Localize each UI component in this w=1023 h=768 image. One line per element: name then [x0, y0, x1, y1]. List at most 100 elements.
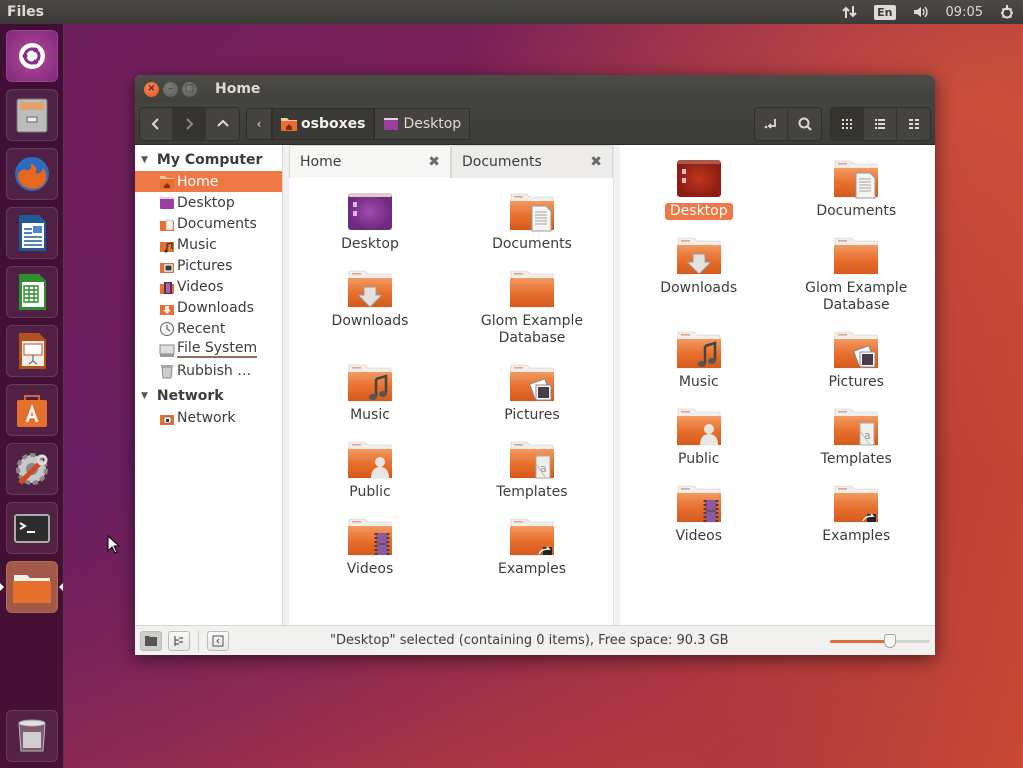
file-item-pictures[interactable]: Pictures: [778, 328, 936, 405]
file-item-desktop[interactable]: Desktop: [620, 157, 778, 234]
file-item-examples[interactable]: Examples: [451, 515, 613, 592]
file-item-videos[interactable]: Videos: [620, 482, 778, 559]
sidebar-item-documents[interactable]: Documents: [135, 213, 282, 234]
sidebar-item-recent[interactable]: Recent: [135, 318, 282, 339]
session-gear-icon[interactable]: [991, 0, 1023, 24]
tab-home[interactable]: Home ✖: [289, 145, 451, 178]
window-body: ▼ My Computer Home Desktop Documents Music Pic…: [135, 145, 935, 625]
file-item-music[interactable]: Music: [289, 361, 451, 438]
file-item-videos[interactable]: Videos: [289, 515, 451, 592]
firefox-icon: [15, 157, 49, 191]
navigation-buttons: [139, 106, 240, 141]
window-close-button[interactable]: ×: [144, 81, 159, 97]
file-item-templates[interactable]: a Templates: [451, 438, 613, 515]
launcher-system-settings[interactable]: [6, 443, 58, 495]
file-item-pictures[interactable]: Pictures: [451, 361, 613, 438]
file-item-music[interactable]: Music: [620, 328, 778, 405]
top-panel: Files En 09:05: [0, 0, 1023, 24]
sidebar-section-header[interactable]: ▼ My Computer: [135, 149, 282, 171]
sidebar-item-pictures[interactable]: Pictures: [135, 255, 282, 276]
sidebar-item-music[interactable]: Music: [135, 234, 282, 255]
window-maximize-button[interactable]: □: [182, 81, 197, 97]
downloads-folder-icon: [160, 304, 174, 315]
file-item-public[interactable]: Public: [289, 438, 451, 515]
keyboard-layout-indicator[interactable]: En: [866, 0, 903, 24]
window-minimize-button[interactable]: –: [163, 81, 178, 97]
sidebar-item-label: Desktop: [177, 194, 235, 211]
file-item-label: Downloads: [331, 313, 409, 329]
file-item-documents[interactable]: Documents: [778, 157, 936, 234]
expander-triangle-icon[interactable]: ▼: [141, 155, 148, 165]
sidebar-item-rubbish[interactable]: Rubbish …: [135, 360, 282, 381]
sidebar-item-downloads[interactable]: Downloads: [135, 297, 282, 318]
documents-folder-icon: [510, 193, 554, 232]
expander-triangle-icon[interactable]: ▼: [141, 391, 148, 401]
desktop-folder-icon: [348, 193, 392, 230]
view-mode-buttons: [830, 106, 931, 141]
launcher-firefox[interactable]: [6, 148, 58, 200]
file-item-templates[interactable]: a Templates: [778, 405, 936, 482]
back-button[interactable]: [140, 107, 173, 140]
pictures-folder-icon: [834, 331, 879, 369]
launcher-files[interactable]: [6, 561, 58, 613]
file-cabinet-icon: [16, 98, 48, 133]
sidebar-item-desktop[interactable]: Desktop: [135, 192, 282, 213]
path-scroll-left-button[interactable]: ‹: [246, 107, 272, 140]
launcher-trash[interactable]: [6, 710, 58, 762]
close-tab-icon[interactable]: ✖: [428, 154, 440, 170]
toggle-location-button[interactable]: [755, 107, 788, 140]
window-titlebar[interactable]: × – □ Home: [135, 75, 935, 103]
launcher-dash-home[interactable]: [6, 30, 58, 82]
up-button[interactable]: [206, 108, 239, 140]
launcher-libreoffice-writer[interactable]: [6, 207, 58, 259]
launcher-libreoffice-impress[interactable]: [6, 325, 58, 377]
network-icon[interactable]: [834, 0, 866, 24]
file-item-desktop[interactable]: Desktop: [289, 190, 451, 267]
launcher-file-cabinet[interactable]: [6, 89, 58, 141]
desktop-folder-icon: [160, 196, 174, 209]
file-item-downloads[interactable]: Downloads: [289, 267, 451, 361]
link-folder-icon: [510, 518, 554, 556]
show-treeview-button[interactable]: [168, 630, 190, 651]
icon-view-button[interactable]: [831, 107, 864, 140]
clock[interactable]: 09:05: [938, 0, 991, 24]
sidebar-item-home[interactable]: Home: [135, 171, 282, 192]
breadcrumb-osboxes[interactable]: osboxes: [272, 107, 375, 140]
breadcrumb-desktop[interactable]: Desktop: [374, 107, 471, 140]
public-folder-icon: [348, 441, 392, 479]
zoom-slider[interactable]: [830, 633, 930, 648]
zoom-slider-thumb[interactable]: [884, 633, 896, 648]
file-item-label: Videos: [675, 528, 723, 544]
sidebar-section-header[interactable]: ▼ Network: [135, 385, 282, 407]
file-item-label: Examples: [497, 561, 567, 577]
tree-sidebar-icon: [174, 635, 183, 646]
compact-view-button[interactable]: [897, 108, 930, 140]
forward-button[interactable]: [173, 107, 206, 140]
search-button[interactable]: [788, 108, 821, 140]
file-item-glom-example-database[interactable]: Glom Example Database: [451, 267, 613, 361]
sidebar-item-videos[interactable]: Videos: [135, 276, 282, 297]
file-item-examples[interactable]: Examples: [778, 482, 936, 559]
file-item-public[interactable]: Public: [620, 405, 778, 482]
toggle-sidebar-button[interactable]: [207, 630, 229, 651]
tab-documents[interactable]: Documents ✖: [451, 145, 613, 178]
sidebar-item-network[interactable]: Network: [135, 407, 282, 428]
volume-icon[interactable]: [904, 0, 938, 24]
sidebar-item-label: Music: [177, 236, 217, 253]
file-item-label: Desktop: [664, 203, 733, 220]
file-item-glom-example-database[interactable]: Glom Example Database: [778, 234, 936, 328]
trash-icon: [161, 364, 173, 378]
file-item-downloads[interactable]: Downloads: [620, 234, 778, 328]
show-places-button[interactable]: [140, 630, 162, 651]
launcher-terminal[interactable]: [6, 502, 58, 554]
keyboard-layout-label: En: [874, 4, 896, 20]
desktop-folder-icon: [384, 117, 399, 130]
file-item-documents[interactable]: Documents: [451, 190, 613, 267]
list-view-button[interactable]: [864, 107, 897, 140]
desktop-folder-icon: [676, 160, 721, 197]
close-tab-icon[interactable]: ✖: [590, 154, 602, 170]
launcher-libreoffice-calc[interactable]: [6, 266, 58, 318]
sidebar-item-file-system[interactable]: File System: [135, 339, 282, 360]
launcher-ubuntu-software[interactable]: [6, 384, 58, 436]
plain-folder-icon: [834, 237, 879, 275]
